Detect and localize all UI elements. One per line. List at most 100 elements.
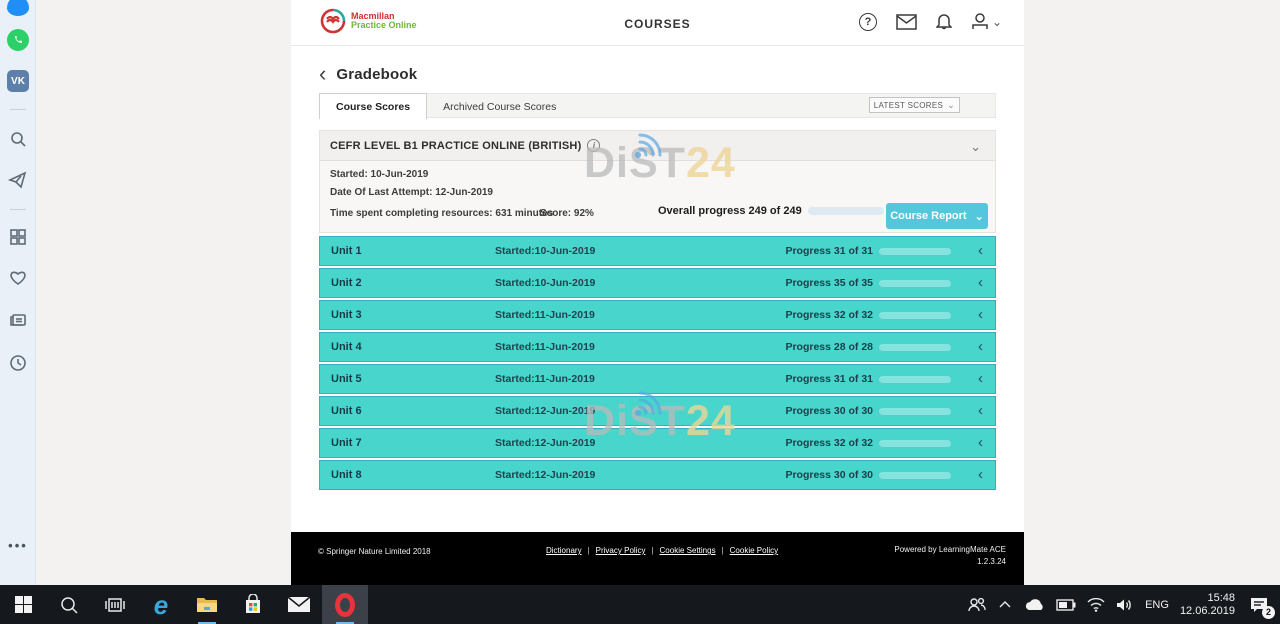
mail-icon[interactable]	[896, 14, 917, 30]
unit-row[interactable]: Unit 8 Started:12-Jun-2019 Progress 30 o…	[319, 460, 996, 490]
unit-progress-label: Progress 32 of 32	[785, 309, 873, 321]
footer-link[interactable]: Cookie Settings	[660, 546, 716, 555]
whatsapp-icon[interactable]	[0, 29, 36, 51]
course-score: Score: 92%	[540, 208, 594, 219]
store-icon[interactable]	[230, 585, 276, 624]
edge-icon[interactable]: e	[138, 585, 184, 624]
unit-name: Unit 1	[331, 245, 362, 257]
taskbar-time: 15:48	[1207, 592, 1235, 604]
action-center-icon[interactable]: 2	[1246, 592, 1272, 618]
page-title: Gradebook	[336, 66, 417, 83]
chevron-left-icon[interactable]: ‹	[978, 434, 983, 451]
course-header[interactable]: CEFR LEVEL B1 PRACTICE ONLINE (BRITISH) …	[320, 131, 995, 161]
profile-menu[interactable]: ⌄	[971, 12, 1002, 31]
tab-course-scores[interactable]: Course Scores	[319, 93, 427, 119]
chevron-left-icon[interactable]: ‹	[978, 466, 983, 483]
messenger-icon[interactable]	[0, 0, 36, 16]
telegram-icon[interactable]	[0, 171, 36, 189]
notification-badge: 2	[1262, 606, 1275, 619]
unit-row[interactable]: Unit 2 Started:10-Jun-2019 Progress 35 o…	[319, 268, 996, 298]
unit-row[interactable]: Unit 7 Started:12-Jun-2019 Progress 32 o…	[319, 428, 996, 458]
unit-name: Unit 4	[331, 341, 362, 353]
course-last-attempt: Date Of Last Attempt: 12-Jun-2019	[330, 187, 493, 198]
news-icon[interactable]	[0, 312, 36, 328]
unit-name: Unit 3	[331, 309, 362, 321]
unit-started-date: Started:11-Jun-2019	[495, 373, 595, 385]
onedrive-icon[interactable]	[1023, 598, 1045, 612]
taskbar-search-icon[interactable]	[46, 585, 92, 624]
page-footer: © Springer Nature Limited 2018 Dictionar…	[291, 532, 1024, 585]
footer-version: 1.2.3.24	[977, 557, 1006, 566]
opera-icon[interactable]	[322, 585, 368, 624]
unit-started-date: Started:11-Jun-2019	[495, 309, 595, 321]
search-icon[interactable]	[0, 130, 36, 148]
unit-progress-label: Progress 31 of 31	[785, 373, 873, 385]
footer-powered-by: Powered by LearningMate ACE	[894, 545, 1006, 554]
bookmarks-icon[interactable]	[0, 270, 36, 286]
people-icon[interactable]	[967, 597, 987, 613]
volume-icon[interactable]	[1116, 598, 1134, 612]
chevron-left-icon[interactable]: ‹	[978, 338, 983, 355]
unit-row[interactable]: Unit 4 Started:11-Jun-2019 Progress 28 o…	[319, 332, 996, 362]
unit-started-date: Started:12-Jun-2019	[495, 437, 595, 449]
unit-row[interactable]: Unit 1 Started:10-Jun-2019 Progress 31 o…	[319, 236, 996, 266]
course-title: CEFR LEVEL B1 PRACTICE ONLINE (BRITISH)	[330, 140, 581, 152]
chevron-down-icon: ⌄	[975, 210, 984, 223]
unit-row[interactable]: Unit 5 Started:11-Jun-2019 Progress 31 o…	[319, 364, 996, 394]
file-explorer-icon[interactable]	[184, 585, 230, 624]
speed-dial-icon[interactable]	[0, 228, 36, 246]
unit-started-date: Started:12-Jun-2019	[495, 405, 595, 417]
footer-link[interactable]: Privacy Policy	[596, 546, 646, 555]
start-button[interactable]	[0, 585, 46, 624]
footer-link[interactable]: Dictionary	[546, 546, 582, 555]
mail-app-icon[interactable]	[276, 585, 322, 624]
scores-filter-value: LATEST SCORES	[874, 101, 943, 110]
info-icon[interactable]: i	[587, 139, 600, 152]
unit-row[interactable]: Unit 6 Started:12-Jun-2019 Progress 30 o…	[319, 396, 996, 426]
chevron-left-icon[interactable]: ‹	[978, 242, 983, 259]
course-report-label: Course Report	[890, 210, 966, 222]
hidden-icons-chevron[interactable]	[998, 600, 1012, 609]
taskbar-clock[interactable]: 15:48 12.06.2019	[1180, 592, 1235, 618]
tab-archived-course-scores[interactable]: Archived Course Scores	[427, 94, 572, 119]
profile-icon	[971, 12, 989, 31]
course-started: Started: 10-Jun-2019	[330, 169, 428, 180]
footer-link[interactable]: Cookie Policy	[730, 546, 778, 555]
overall-progress-bar	[808, 207, 884, 215]
more-icon[interactable]: •••	[0, 538, 36, 553]
course-time-spent: Time spent completing resources: 631 min…	[330, 208, 553, 219]
course-report-button[interactable]: Course Report ⌄	[886, 203, 988, 229]
sidebar-divider	[10, 109, 26, 110]
course-panel: CEFR LEVEL B1 PRACTICE ONLINE (BRITISH) …	[319, 130, 996, 233]
notifications-icon[interactable]	[936, 12, 952, 31]
site-header: Macmillan Practice Online COURSES ? ⌄	[291, 0, 1024, 46]
chevron-left-icon[interactable]: ‹	[978, 370, 983, 387]
scores-filter-dropdown[interactable]: LATEST SCORES ⌄	[869, 97, 960, 113]
unit-row[interactable]: Unit 3 Started:11-Jun-2019 Progress 32 o…	[319, 300, 996, 330]
vk-icon[interactable]: VK	[0, 70, 36, 92]
unit-progress-label: Progress 28 of 28	[785, 341, 873, 353]
unit-name: Unit 8	[331, 469, 362, 481]
chevron-left-icon[interactable]: ‹	[978, 306, 983, 323]
chevron-left-icon[interactable]: ‹	[978, 274, 983, 291]
unit-progress-label: Progress 32 of 32	[785, 437, 873, 449]
footer-link-separator: |	[722, 546, 724, 555]
unit-name: Unit 6	[331, 405, 362, 417]
help-icon[interactable]: ?	[859, 13, 877, 31]
history-icon[interactable]	[0, 354, 36, 372]
battery-icon[interactable]	[1056, 599, 1076, 611]
unit-name: Unit 5	[331, 373, 362, 385]
unit-progress-bar	[879, 312, 951, 319]
language-indicator[interactable]: ENG	[1145, 599, 1169, 611]
chevron-down-icon[interactable]: ⌄	[970, 139, 981, 155]
footer-copyright: © Springer Nature Limited 2018	[318, 547, 431, 556]
unit-progress-bar	[879, 408, 951, 415]
windows-logo-icon	[15, 596, 32, 613]
unit-progress-bar	[879, 248, 951, 255]
chevron-left-icon[interactable]: ‹	[978, 402, 983, 419]
task-view-icon[interactable]	[92, 585, 138, 624]
wifi-icon[interactable]	[1087, 598, 1105, 612]
back-button[interactable]: ‹	[319, 64, 326, 84]
unit-name: Unit 2	[331, 277, 362, 289]
footer-link-separator: |	[651, 546, 653, 555]
